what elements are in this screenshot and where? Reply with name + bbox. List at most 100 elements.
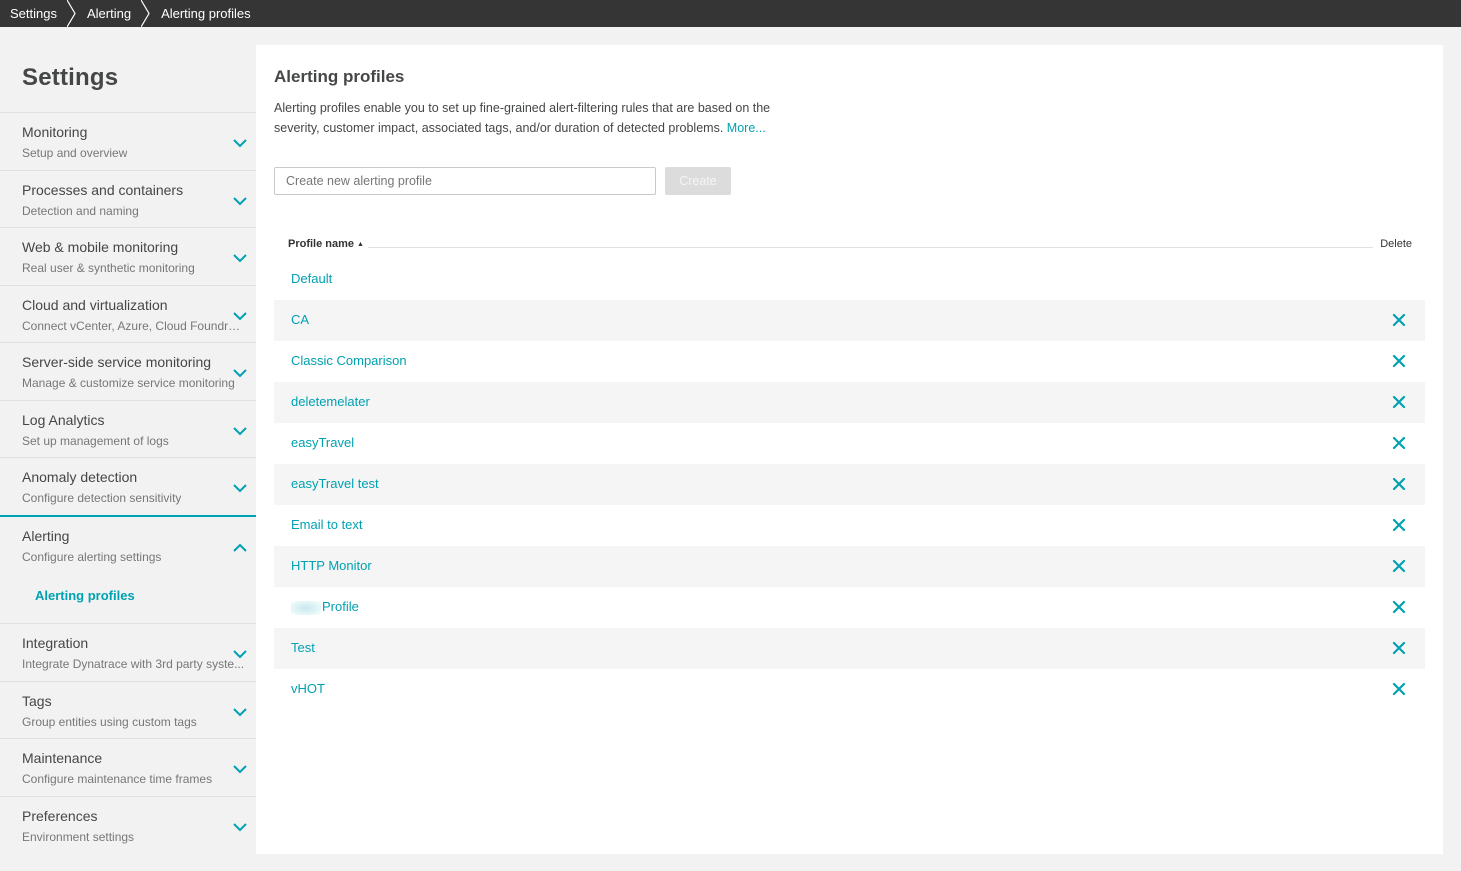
profile-name-label: Default — [291, 271, 333, 286]
chevron-up-icon[interactable] — [233, 539, 247, 552]
sidebar-item-subtitle: Detection and naming — [22, 203, 139, 218]
profiles-table: Profile name ▲ Delete Default CA Classic Co… — [274, 233, 1425, 710]
delete-icon[interactable] — [1392, 559, 1406, 573]
sidebar-item-subtitle: Connect vCenter, Azure, Cloud Foundry o.… — [22, 318, 246, 333]
chevron-down-icon[interactable] — [233, 819, 247, 831]
table-row: Classic Comparison — [274, 341, 1425, 382]
sidebar-item-log-analytics[interactable]: Log Analytics Set up management of logs — [0, 399, 256, 458]
breadcrumb-alerting-profiles[interactable]: Alerting profiles — [151, 0, 261, 27]
profile-name-label: Email to text — [291, 517, 363, 532]
sidebar-item-subtitle: Integrate Dynatrace with 3rd party syste… — [22, 657, 245, 671]
chevron-down-icon[interactable] — [233, 423, 247, 435]
sidebar-item-title: Integration — [22, 635, 89, 651]
sidebar-item-monitoring[interactable]: Monitoring Setup and overview — [0, 112, 256, 170]
sidebar-item-preferences[interactable]: Preferences Environment settings — [0, 795, 256, 854]
sidebar-item-alerting[interactable]: Alerting Configure alerting settings — [0, 514, 256, 572]
sidebar-item-title: Server-side service monitoring — [22, 354, 212, 370]
profile-name-label: Test — [291, 640, 315, 655]
header-divider — [368, 247, 1373, 248]
sidebar-item-title: Preferences — [22, 807, 98, 824]
sidebar-item-title: Tags — [22, 692, 52, 709]
breadcrumb: Settings Alerting Alerting profiles — [0, 0, 1461, 27]
sidebar-item-integration[interactable]: Integration Integrate Dynatrace with 3rd … — [0, 623, 256, 681]
sidebar-item-tags[interactable]: Tags Group entities using custom tags — [0, 680, 256, 739]
sidebar-item-subtitle: Setup and overview — [22, 146, 128, 160]
breadcrumb-settings[interactable]: Settings — [0, 0, 67, 27]
chevron-down-icon[interactable] — [233, 135, 247, 148]
sidebar-item-title: Cloud and virtualization — [22, 296, 168, 313]
chevron-down-icon[interactable] — [233, 365, 247, 378]
sidebar-item-anomaly-detection[interactable]: Anomaly detection Configure detection sen… — [0, 457, 256, 515]
chevron-down-icon[interactable] — [233, 704, 247, 716]
redacted-text — [291, 600, 321, 615]
sidebar-item-server-side-service-monitoring[interactable]: Server-side service monitoring Manage & c… — [0, 342, 256, 400]
profile-name-label: Classic Comparison — [291, 353, 407, 368]
breadcrumb-label: Settings — [10, 6, 57, 21]
page-title: Alerting profiles — [274, 67, 405, 86]
sidebar-item-subtitle: Configure maintenance time frames — [22, 772, 213, 786]
table-row: vHOT — [274, 669, 1425, 710]
profile-name-link[interactable]: Profile — [291, 599, 359, 615]
breadcrumb-label: Alerting — [86, 6, 132, 21]
chevron-down-icon[interactable] — [233, 646, 247, 659]
profile-name-label: Profile — [322, 599, 359, 614]
chevron-down-icon[interactable] — [233, 761, 247, 774]
delete-icon[interactable] — [1392, 436, 1406, 450]
delete-icon[interactable] — [1392, 682, 1406, 696]
delete-icon[interactable] — [1392, 313, 1406, 327]
breadcrumb-alerting[interactable]: Alerting — [77, 0, 141, 27]
sidebar-item-title: Processes and containers — [22, 181, 184, 198]
profile-name-link[interactable]: Default — [291, 271, 332, 286]
table-body: Default CA Classic Comparison deletemelater… — [274, 259, 1425, 710]
profile-name-link[interactable]: vHOT — [291, 681, 325, 696]
breadcrumb-separator-icon — [141, 0, 151, 27]
table-row: HTTP Monitor — [274, 546, 1425, 587]
sidebar-item-subtitle: Environment settings — [22, 829, 135, 844]
chevron-down-icon[interactable] — [233, 308, 247, 320]
profile-name-link[interactable]: Test — [291, 640, 315, 655]
sidebar-item-cloud-and-virtualization[interactable]: Cloud and virtualization Connect vCenter,… — [0, 284, 256, 343]
column-header-label: Profile name — [288, 238, 355, 250]
delete-icon[interactable] — [1392, 600, 1406, 614]
table-row: Test — [274, 628, 1425, 669]
sort-ascending-icon: ▲ — [357, 241, 364, 248]
delete-icon[interactable] — [1392, 477, 1406, 491]
sidebar-item-title: Monitoring — [22, 124, 88, 140]
table-row: deletemelater — [274, 382, 1425, 423]
profile-name-link[interactable]: easyTravel test — [291, 476, 379, 491]
delete-icon[interactable] — [1392, 641, 1406, 655]
table-row: easyTravel — [274, 423, 1425, 464]
sidebar-item-subtitle: Set up management of logs — [22, 433, 169, 448]
profile-name-link[interactable]: Email to text — [291, 517, 363, 532]
sidebar-subitem-container: Alerting profiles — [0, 572, 256, 623]
sidebar-item-title: Anomaly detection — [22, 469, 138, 485]
profile-name-link[interactable]: HTTP Monitor — [291, 558, 372, 573]
breadcrumb-separator-icon — [66, 0, 77, 27]
profile-name-link[interactable]: easyTravel — [291, 435, 354, 450]
chevron-down-icon[interactable] — [233, 250, 247, 263]
chevron-down-icon[interactable] — [233, 480, 247, 493]
new-profile-input[interactable] — [274, 167, 656, 195]
delete-icon[interactable] — [1392, 518, 1406, 532]
table-header: Profile name ▲ Delete — [274, 233, 1425, 255]
settings-nav: Monitoring Setup and overview Processes an… — [0, 112, 256, 853]
sidebar-subitem-alerting-profiles[interactable]: Alerting profiles — [35, 588, 135, 603]
column-header-profile-name[interactable]: Profile name ▲ — [288, 238, 364, 250]
delete-icon[interactable] — [1392, 354, 1406, 368]
settings-sidebar: Settings Monitoring Setup and overview Pro… — [0, 45, 256, 854]
profile-name-link[interactable]: CA — [291, 312, 309, 327]
create-button[interactable]: Create — [665, 167, 731, 195]
profile-name-link[interactable]: deletemelater — [291, 394, 370, 409]
sidebar-item-processes-and-containers[interactable]: Processes and containers Detection and na… — [0, 169, 256, 228]
breadcrumb-label: Alerting profiles — [161, 6, 251, 21]
sidebar-item-subtitle: Configure alerting settings — [22, 549, 162, 564]
profile-name-link[interactable]: Classic Comparison — [291, 353, 407, 368]
chevron-down-icon[interactable] — [233, 193, 247, 205]
sidebar-item-web-mobile-monitoring[interactable]: Web & mobile monitoring Real user & synth… — [0, 227, 256, 285]
more-link[interactable]: More... — [727, 121, 766, 135]
delete-icon[interactable] — [1392, 395, 1406, 409]
sidebar-item-subtitle: Group entities using custom tags — [22, 714, 197, 729]
sidebar-item-title: Maintenance — [22, 750, 103, 766]
table-row: Profile — [274, 587, 1425, 628]
sidebar-item-maintenance[interactable]: Maintenance Configure maintenance time fr… — [0, 738, 256, 796]
